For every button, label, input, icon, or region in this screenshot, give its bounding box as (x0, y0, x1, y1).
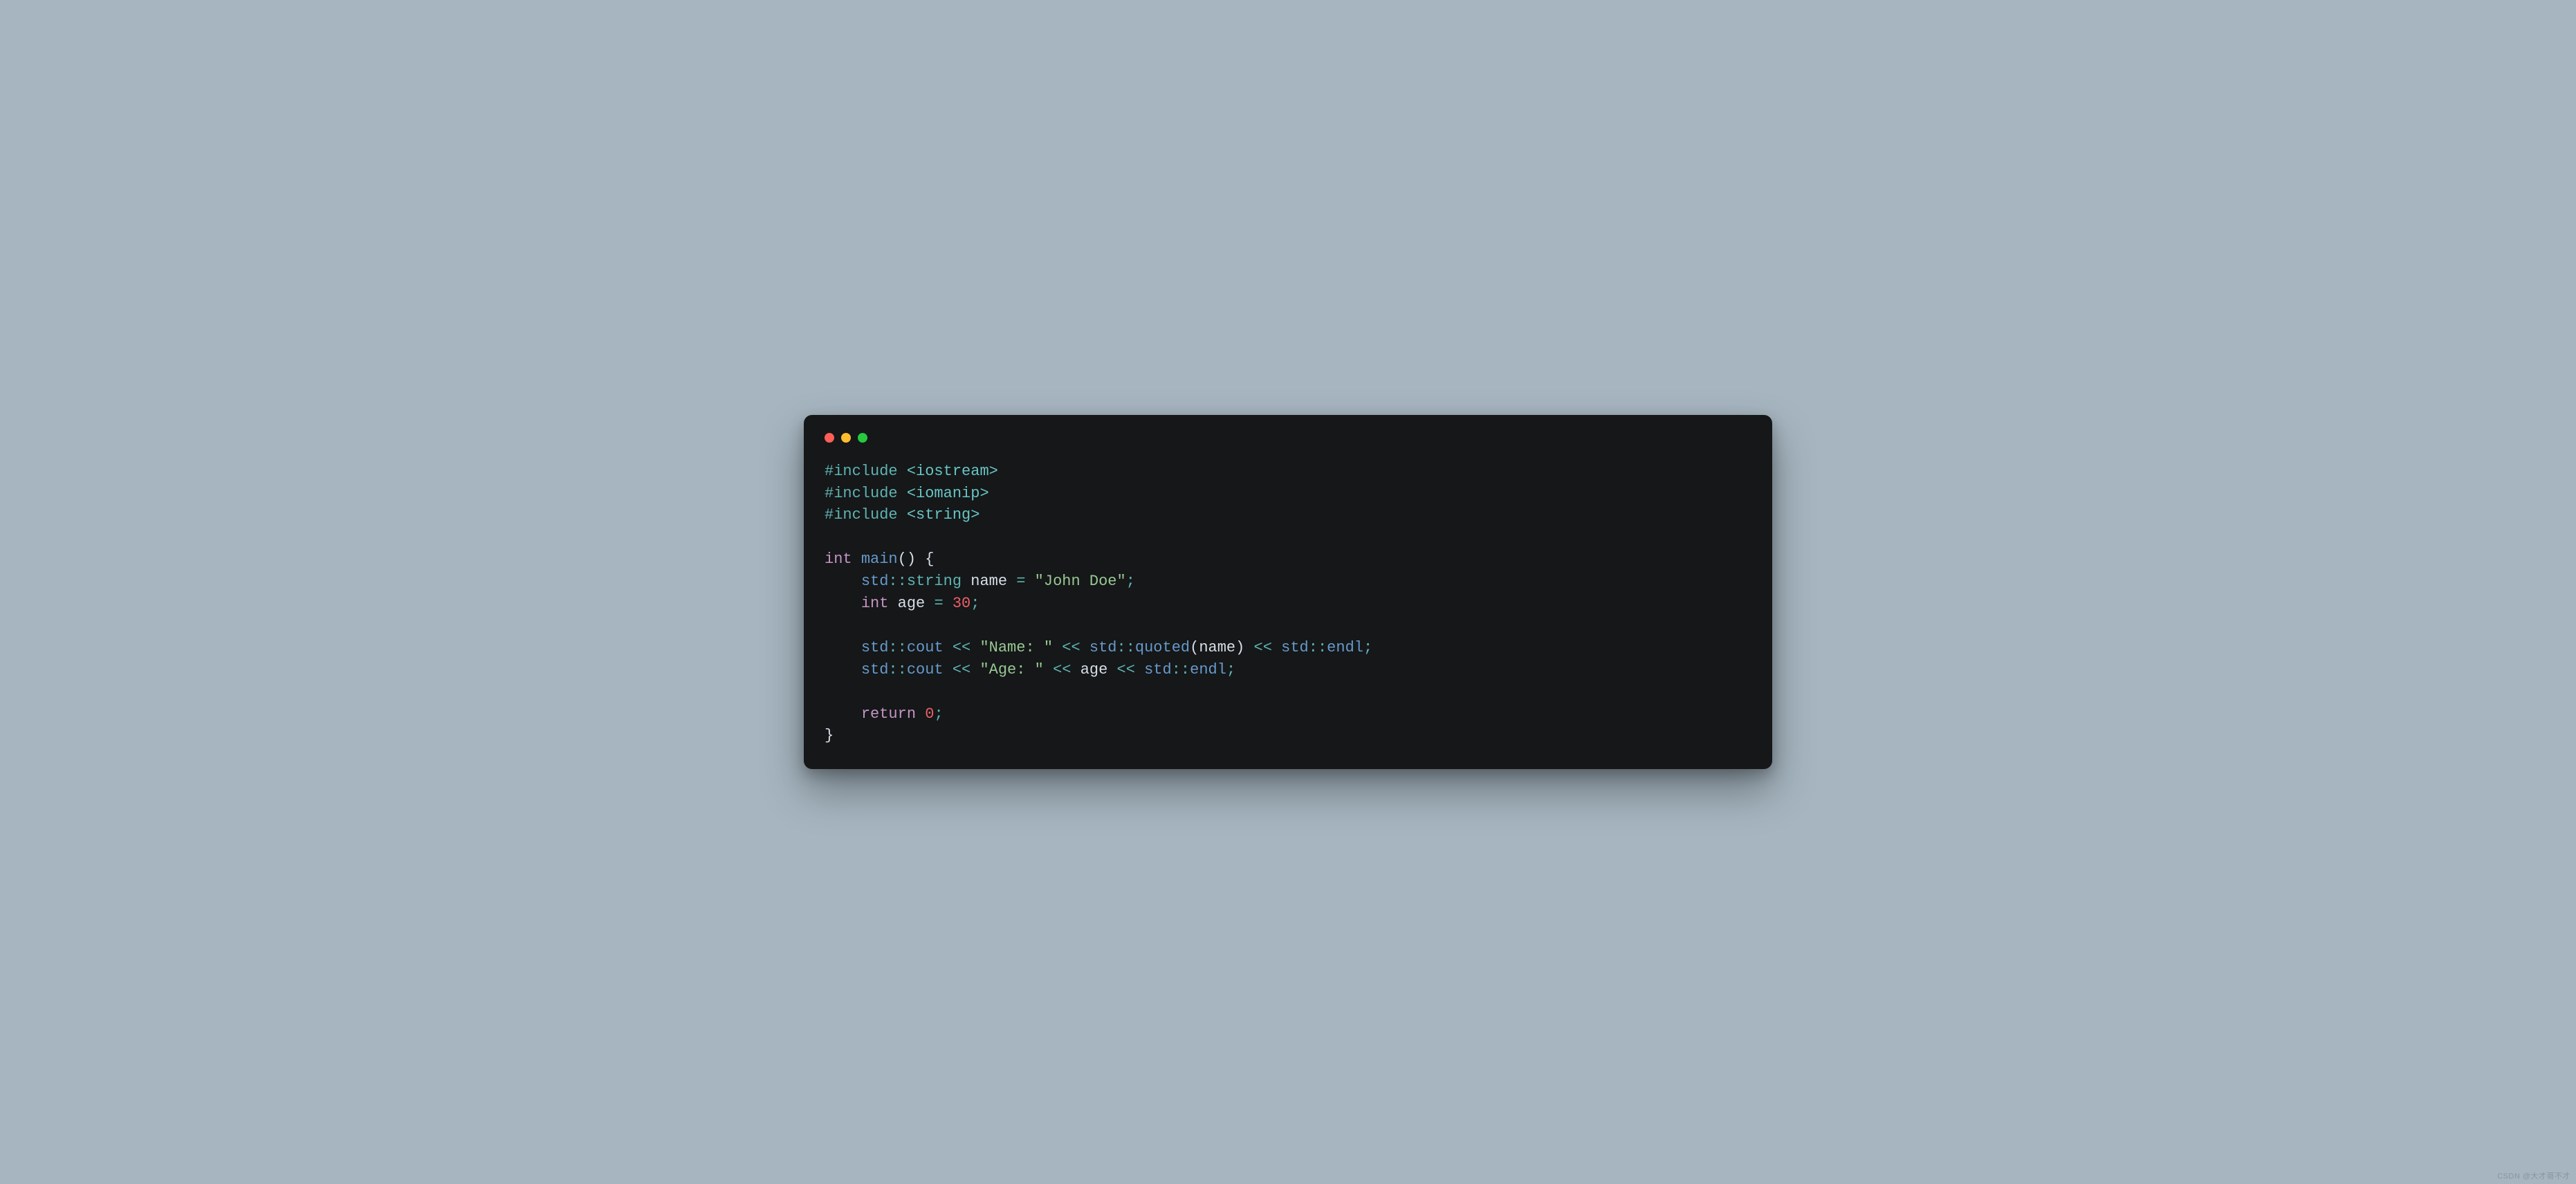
code-token (970, 661, 979, 678)
code-token: = (1016, 573, 1025, 590)
code-token (944, 595, 953, 612)
code-token: :: (1309, 639, 1327, 656)
code-token: << (1254, 639, 1272, 656)
code-token: #include (825, 485, 907, 502)
code-token: { (925, 551, 934, 568)
code-token (1135, 661, 1144, 678)
code-token (925, 595, 934, 612)
code-token: endl (1190, 661, 1226, 678)
code-token (944, 661, 953, 678)
code-token: std (861, 661, 889, 678)
code-token: :: (1117, 639, 1135, 656)
code-token (1107, 661, 1116, 678)
code-token: std (1089, 639, 1117, 656)
code-token: << (1117, 661, 1135, 678)
code-token (1080, 639, 1089, 656)
code-token: << (1053, 661, 1071, 678)
code-token: 0 (925, 705, 934, 723)
code-token: :: (1172, 661, 1190, 678)
minimize-icon[interactable] (841, 433, 851, 443)
code-token: <iostream> (907, 463, 998, 480)
code-line: return 0; (825, 705, 944, 723)
code-token (962, 573, 970, 590)
code-token: <string> (907, 506, 980, 524)
code-token: string (907, 573, 962, 590)
code-token: ) (1235, 639, 1244, 656)
code-token: #include (825, 506, 907, 524)
code-token: :: (888, 661, 906, 678)
code-token: ; (934, 705, 943, 723)
window-traffic-lights (825, 433, 1751, 443)
code-token: ; (1226, 661, 1235, 678)
code-token (852, 551, 861, 568)
code-token (944, 639, 953, 656)
code-token: #include (825, 463, 907, 480)
code-token (916, 705, 925, 723)
code-token: main (861, 551, 898, 568)
code-token: cout (907, 639, 944, 656)
code-line: std::string name = "John Doe"; (825, 573, 1135, 590)
code-token: std (861, 573, 889, 590)
code-token: << (1062, 639, 1080, 656)
code-token: std (1144, 661, 1172, 678)
code-window: #include <iostream> #include <iomanip> #… (804, 415, 1772, 770)
code-token: "John Doe" (1035, 573, 1126, 590)
watermark-text: CSDN @大才哥不才 (2497, 1170, 2570, 1181)
code-block: #include <iostream> #include <iomanip> #… (825, 461, 1751, 748)
code-token: ; (1363, 639, 1372, 656)
code-token (1071, 661, 1080, 678)
code-line: #include <iostream> (825, 463, 998, 480)
code-token (1007, 573, 1016, 590)
code-line: std::cout << "Name: " << std::quoted(nam… (825, 639, 1372, 656)
close-icon[interactable] (825, 433, 834, 443)
code-token: name (1199, 639, 1235, 656)
code-token: int (861, 595, 889, 612)
code-token: = (934, 595, 943, 612)
code-token: return (861, 705, 916, 723)
code-token: 30 (953, 595, 970, 612)
code-token: <iomanip> (907, 485, 989, 502)
code-token (1244, 639, 1253, 656)
code-line: #include <string> (825, 506, 979, 524)
code-token: << (953, 661, 970, 678)
code-token: :: (888, 573, 906, 590)
code-token: "Name: " (979, 639, 1053, 656)
code-token: ( (1190, 639, 1199, 656)
code-token (1053, 639, 1062, 656)
code-token: :: (888, 639, 906, 656)
code-token: std (1281, 639, 1309, 656)
code-token: name (970, 573, 1007, 590)
code-token (888, 595, 897, 612)
code-token: cout (907, 661, 944, 678)
maximize-icon[interactable] (858, 433, 867, 443)
code-token: } (825, 727, 834, 744)
code-token: << (953, 639, 970, 656)
code-token: age (1080, 661, 1108, 678)
code-token: ; (1126, 573, 1135, 590)
code-token (970, 639, 979, 656)
code-line: std::cout << "Age: " << age << std::endl… (825, 661, 1235, 678)
code-token: "Age: " (979, 661, 1043, 678)
code-token: quoted (1135, 639, 1190, 656)
code-token: endl (1327, 639, 1363, 656)
code-token: std (861, 639, 889, 656)
code-token (1272, 639, 1281, 656)
code-token: () (898, 551, 916, 568)
code-token: age (898, 595, 926, 612)
code-line: int main() { (825, 551, 934, 568)
code-token: int (825, 551, 852, 568)
code-token (916, 551, 925, 568)
code-token (1025, 573, 1034, 590)
code-line: #include <iomanip> (825, 485, 989, 502)
code-token: ; (970, 595, 979, 612)
code-line: int age = 30; (825, 595, 979, 612)
code-token (1044, 661, 1053, 678)
code-line: } (825, 727, 834, 744)
